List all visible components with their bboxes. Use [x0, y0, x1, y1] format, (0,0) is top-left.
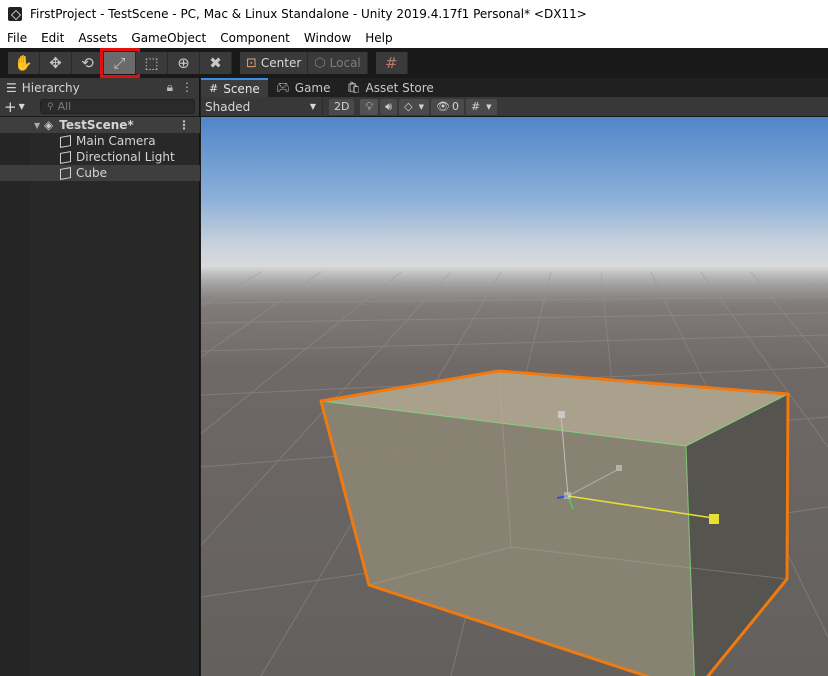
window-title-bar: FirstProject - TestScene - PC, Mac & Lin… — [0, 0, 828, 27]
window-title: FirstProject - TestScene - PC, Mac & Lin… — [30, 6, 587, 21]
tab-scene[interactable]: # Scene — [201, 78, 268, 97]
x-axis-handle[interactable] — [709, 514, 719, 524]
grid-snap-button[interactable]: # — [375, 52, 408, 74]
scale-tool-button[interactable]: ⤢ — [100, 48, 140, 78]
scale-icon: ⤢ — [113, 54, 126, 72]
pivot-local-icon: ⬡ — [314, 55, 326, 71]
eye-hidden-icon: 👁︎ — [435, 100, 450, 113]
menu-bar: File Edit Assets GameObject Component Wi… — [0, 27, 828, 48]
chevron-down-icon: ▼ — [486, 102, 492, 111]
hierarchy-panel: ☰ Hierarchy 🔒︎ ⋮ + ▼ ⚲ All ▼ ◈ TestScene* ⋮ … — [0, 78, 200, 676]
scene-toolbar: Shaded ▼ 2D 💡︎ 🔊︎ ◇ ▼ 👁︎ 0 # ▼ — [201, 96, 828, 117]
panel-menu-icon[interactable]: ⋮ — [181, 80, 193, 95]
move-tool-button[interactable]: ✥ — [40, 52, 72, 74]
hand-tool-button[interactable]: ✋ — [8, 52, 40, 74]
rect-icon: ⬚ — [144, 54, 159, 72]
main-toolbar: ✋ ✥ ⟲ ⤢ ⬚ ⊕ ✖ ⊡ Center ⬡ Local # — [0, 48, 828, 78]
chevron-down-icon: ▼ — [18, 102, 25, 111]
tools-icon: ✖ — [209, 54, 222, 72]
gamepad-icon: 🎮︎ — [275, 81, 290, 94]
transform-tool-button[interactable]: ⊕ — [168, 52, 200, 74]
store-icon: 🛍︎ — [346, 81, 361, 94]
audio-toggle-button[interactable]: 🔊︎ — [380, 98, 398, 115]
rotate-icon: ⟲ — [81, 54, 94, 72]
speaker-icon: 🔊︎ — [385, 99, 393, 113]
draw-mode-dropdown[interactable]: Shaded ▼ — [201, 96, 323, 117]
hierarchy-item-main-camera[interactable]: Main Camera — [0, 133, 200, 149]
grid-toggle-icon: # — [470, 100, 481, 113]
scene-panel: # Scene 🎮︎ Game 🛍︎ Asset Store Shaded ▼ 2D 💡… — [201, 78, 828, 676]
gizmos-dropdown[interactable]: # ▼ — [465, 98, 497, 115]
grid-snap-icon: # — [384, 54, 398, 72]
pivot-rotation-button[interactable]: ⬡ Local — [308, 52, 368, 74]
move-icon: ✥ — [49, 54, 62, 72]
scene-visibility-button[interactable]: 👁︎ 0 — [430, 98, 464, 115]
scene-viewport[interactable] — [201, 117, 828, 676]
menu-help[interactable]: Help — [358, 31, 399, 45]
hierarchy-item-directional-light[interactable]: Directional Light — [0, 149, 200, 165]
chevron-down-icon: ▼ — [418, 102, 424, 111]
transform-tools: ✋ ✥ ⟲ ⤢ ⬚ ⊕ ✖ — [8, 48, 232, 78]
hierarchy-tree: ▼ ◈ TestScene* ⋮ Main Camera Directional… — [0, 117, 200, 181]
rotate-tool-button[interactable]: ⟲ — [72, 52, 104, 74]
grid-icon: # — [209, 82, 219, 95]
scene-tab-bar: # Scene 🎮︎ Game 🛍︎ Asset Store — [201, 78, 828, 97]
chevron-down-icon: ▼ — [309, 102, 316, 111]
tab-asset-store[interactable]: 🛍︎ Asset Store — [339, 78, 442, 97]
hierarchy-tab[interactable]: ☰ Hierarchy 🔒︎ ⋮ — [0, 78, 199, 97]
hand-icon: ✋ — [14, 54, 33, 72]
rect-tool-button[interactable]: ⬚ — [136, 52, 168, 74]
menu-component[interactable]: Component — [213, 31, 297, 45]
gameobject-icon — [60, 166, 71, 180]
pivot-mode-button[interactable]: ⊡ Center — [240, 52, 309, 74]
unity-scene-icon: ◈ — [44, 118, 54, 132]
scene-render[interactable] — [201, 117, 828, 676]
gameobject-icon — [60, 134, 71, 148]
create-button[interactable]: + ▼ — [4, 98, 34, 116]
menu-gameobject[interactable]: GameObject — [124, 31, 213, 45]
unity-logo-icon — [8, 6, 22, 21]
gameobject-icon — [60, 150, 71, 164]
lock-icon[interactable]: 🔒︎ — [167, 80, 173, 95]
lightbulb-icon: 💡︎ — [365, 99, 374, 113]
scene-menu-icon[interactable]: ⋮ — [178, 118, 190, 132]
pivot-controls: ⊡ Center ⬡ Local — [240, 52, 368, 74]
effects-dropdown[interactable]: ◇ ▼ — [399, 98, 429, 115]
menu-file[interactable]: File — [0, 31, 34, 45]
scene-row[interactable]: ▼ ◈ TestScene* ⋮ — [0, 117, 200, 133]
search-icon: ⚲ — [47, 101, 54, 112]
sky — [201, 117, 828, 267]
menu-assets[interactable]: Assets — [71, 31, 124, 45]
2d-toggle-button[interactable]: 2D — [329, 98, 355, 115]
pivot-center-icon: ⊡ — [246, 55, 257, 71]
menu-window[interactable]: Window — [297, 31, 358, 45]
transform-icon: ⊕ — [177, 54, 190, 72]
tab-game[interactable]: 🎮︎ Game — [268, 78, 339, 97]
hierarchy-search-input[interactable]: ⚲ All — [40, 99, 195, 114]
hierarchy-toolbar: + ▼ ⚲ All — [0, 97, 199, 117]
hierarchy-item-cube[interactable]: Cube — [0, 165, 200, 181]
custom-tool-button[interactable]: ✖ — [200, 52, 232, 74]
plus-icon: + — [4, 97, 17, 116]
expand-arrow-icon[interactable]: ▼ — [34, 121, 40, 130]
menu-edit[interactable]: Edit — [34, 31, 71, 45]
list-icon: ☰ — [6, 80, 17, 95]
effects-icon: ◇ — [404, 100, 413, 113]
lighting-toggle-button[interactable]: 💡︎ — [360, 98, 379, 115]
